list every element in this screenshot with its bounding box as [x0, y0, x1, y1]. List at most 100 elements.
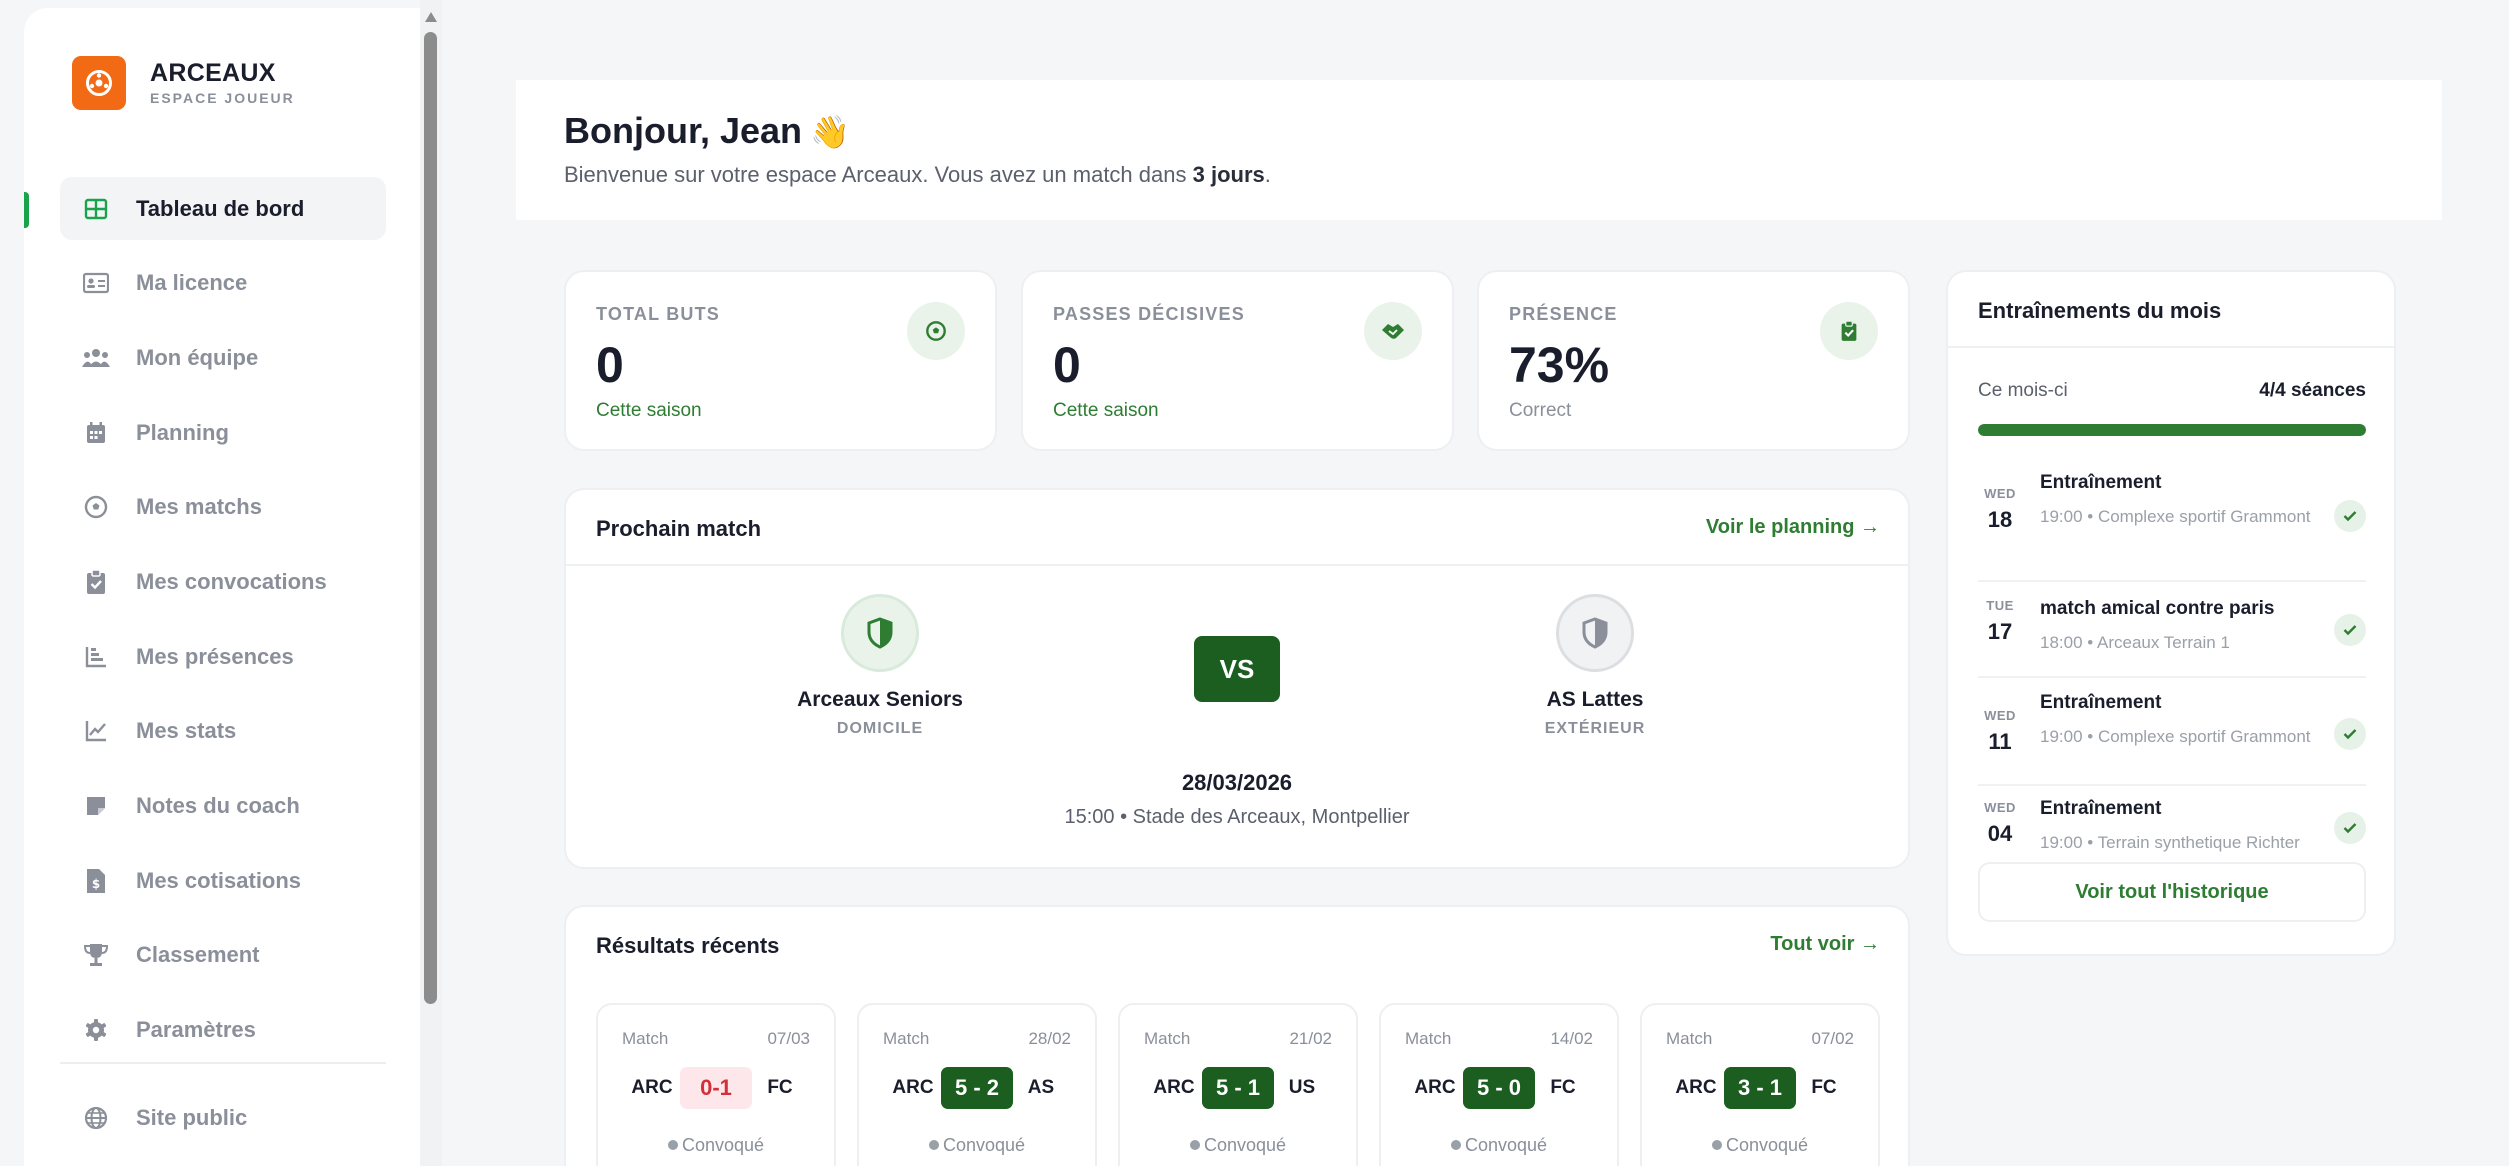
result-type: Match: [1405, 1029, 1452, 1048]
welcome-suffix: .: [1264, 162, 1271, 187]
sidebar-item-dashboard[interactable]: Tableau de bord: [60, 177, 386, 240]
home-team-name: Arceaux Seniors: [797, 688, 963, 711]
stat-value: 0: [596, 337, 624, 393]
sidebar-item-ranking[interactable]: Classement: [60, 924, 386, 987]
sidebar-item-convocations[interactable]: Mes convocations: [60, 550, 386, 613]
recent-results-title: Résultats récents: [596, 933, 780, 958]
active-indicator: [24, 192, 29, 228]
status-dot-icon: [1189, 1140, 1200, 1150]
gear-icon: [82, 1016, 110, 1044]
scroll-up-arrow-icon[interactable]: [425, 12, 437, 22]
result-home-team: ARC: [1414, 1077, 1456, 1098]
calendar-icon: [82, 419, 110, 447]
training-title: Entraînement: [2040, 692, 2162, 713]
result-type: Match: [1144, 1029, 1191, 1048]
stat-subtext: Cette saison: [596, 400, 702, 421]
result-status: Convoqué: [1725, 1135, 1809, 1155]
home-team: Arceaux Seniors DOMICILE: [750, 594, 1010, 738]
stat-subtext: Cette saison: [1053, 400, 1159, 421]
page-title: Bonjour, Jean 👋: [564, 110, 850, 152]
dashboard-icon: [82, 195, 110, 223]
sidebar-item-label: Mes présences: [136, 643, 294, 669]
result-card[interactable]: Match 14/02 ARC 5 - 0 FC Convoqué: [1379, 1003, 1619, 1166]
result-away-team: US: [1288, 1077, 1316, 1098]
sidebar-item-public-site[interactable]: Site public: [60, 1086, 386, 1149]
training-item[interactable]: WED 11 Entraînement 19:00 • Complexe sport…: [1978, 678, 2366, 786]
result-card[interactable]: Match 28/02 ARC 5 - 2 AS Convoqué: [857, 1003, 1097, 1166]
result-score: 5 - 1: [1202, 1067, 1274, 1109]
stat-label: PRÉSENCE: [1509, 304, 1618, 324]
team-icon: [82, 344, 110, 372]
sidebar-scrollbar[interactable]: [420, 0, 442, 1166]
status-dot-icon: [1711, 1140, 1722, 1150]
line-chart-icon: [82, 717, 110, 745]
result-date: 21/02: [1289, 1029, 1332, 1048]
recent-results-card: Résultats récents Tout voir → Match 07/03…: [564, 905, 1910, 1166]
training-title: match amical contre paris: [2040, 598, 2275, 619]
stat-subtext: Correct: [1509, 400, 1572, 421]
status-dot-icon: [928, 1140, 939, 1150]
result-status: Convoqué: [681, 1135, 765, 1155]
vs-badge: VS: [1194, 636, 1280, 702]
training-item[interactable]: WED 18 Entraînement 19:00 • Complexe sport…: [1978, 472, 2366, 582]
sidebar-item-settings[interactable]: Paramètres: [60, 999, 386, 1062]
result-score: 5 - 0: [1463, 1067, 1535, 1109]
training-title: Entraînement: [2040, 798, 2162, 819]
training-title: Entraînement: [2040, 472, 2162, 493]
progress-value: 4/4 séances: [2259, 380, 2366, 401]
result-date: 14/02: [1550, 1029, 1593, 1048]
sidebar: ARCEAUX ESPACE JOUEUR Tableau de bord Ma…: [24, 8, 420, 1166]
sidebar-item-coach-notes[interactable]: Notes du coach: [60, 775, 386, 838]
training-weekday: TUE: [1986, 598, 2014, 613]
away-team-side: EXTÉRIEUR: [1544, 720, 1646, 737]
clipboard-icon: [82, 568, 110, 596]
sidebar-item-planning[interactable]: Planning: [60, 401, 386, 464]
brand-subtitle: ESPACE JOUEUR: [150, 90, 295, 106]
training-day: 17: [1987, 619, 2013, 644]
brand[interactable]: ARCEAUX ESPACE JOUEUR: [72, 56, 295, 110]
view-history-button[interactable]: Voir tout l'historique: [1978, 862, 2366, 922]
greeting-text: Bonjour, Jean: [564, 110, 803, 151]
result-home-team: ARC: [1153, 1077, 1195, 1098]
result-date: 07/02: [1811, 1029, 1854, 1048]
training-day: 11: [1988, 729, 2012, 754]
sidebar-item-fees[interactable]: $ Mes cotisations: [60, 849, 386, 912]
sidebar-item-label: Site public: [136, 1104, 248, 1130]
svg-text:$: $: [92, 877, 100, 891]
sidebar-item-attendance[interactable]: Mes présences: [60, 625, 386, 688]
sidebar-item-label: Mes stats: [136, 718, 237, 744]
trophy-icon: [82, 941, 110, 969]
sidebar-item-team[interactable]: Mon équipe: [60, 326, 386, 389]
match-date: 28/03/2026: [1181, 770, 1293, 795]
next-match-title: Prochain match: [596, 516, 762, 541]
view-planning-link[interactable]: Voir le planning →: [1706, 516, 1880, 539]
sidebar-item-matches[interactable]: Mes matchs: [60, 476, 386, 539]
result-card[interactable]: Match 21/02 ARC 5 - 1 US Convoqué: [1118, 1003, 1358, 1166]
result-card[interactable]: Match 07/03 ARC 0-1 FC Convoqué: [596, 1003, 836, 1166]
id-card-icon: [82, 269, 110, 297]
sidebar-item-stats[interactable]: Mes stats: [60, 700, 386, 763]
sidebar-item-licence[interactable]: Ma licence: [60, 252, 386, 315]
result-type: Match: [883, 1029, 930, 1048]
progress-bar: [1978, 424, 2366, 436]
sidebar-item-label: Planning: [136, 419, 229, 445]
scroll-thumb[interactable]: [424, 32, 437, 1004]
stat-card-goals: TOTAL BUTS 0 Cette saison: [564, 270, 997, 451]
away-team: AS Lattes EXTÉRIEUR: [1465, 594, 1725, 738]
result-type: Match: [1666, 1029, 1713, 1048]
card-divider: [566, 564, 1908, 566]
stat-card-assists: PASSES DÉCISIVES 0 Cette saison: [1021, 270, 1454, 451]
training-item[interactable]: WED 04 Entraînement 19:00 • Terrain synthe…: [1978, 786, 2366, 856]
soccer-ball-icon: [82, 493, 110, 521]
training-item[interactable]: TUE 17 match amical contre paris 18:00 • A…: [1978, 582, 2366, 678]
stat-label: TOTAL BUTS: [596, 304, 720, 324]
progress-bar-fill: [1978, 424, 2366, 436]
globe-icon: [82, 1104, 110, 1132]
result-card[interactable]: Match 07/02 ARC 3 - 1 FC Convoqué: [1640, 1003, 1880, 1166]
view-all-results-link[interactable]: Tout voir →: [1770, 933, 1880, 956]
result-away-team: FC: [1550, 1077, 1576, 1098]
trainings-title: Entraînements du mois: [1978, 298, 2222, 323]
sidebar-item-label: Mon équipe: [136, 344, 259, 370]
sidebar-item-label: Classement: [136, 942, 260, 968]
waving-hand-icon: 👋: [810, 114, 850, 150]
